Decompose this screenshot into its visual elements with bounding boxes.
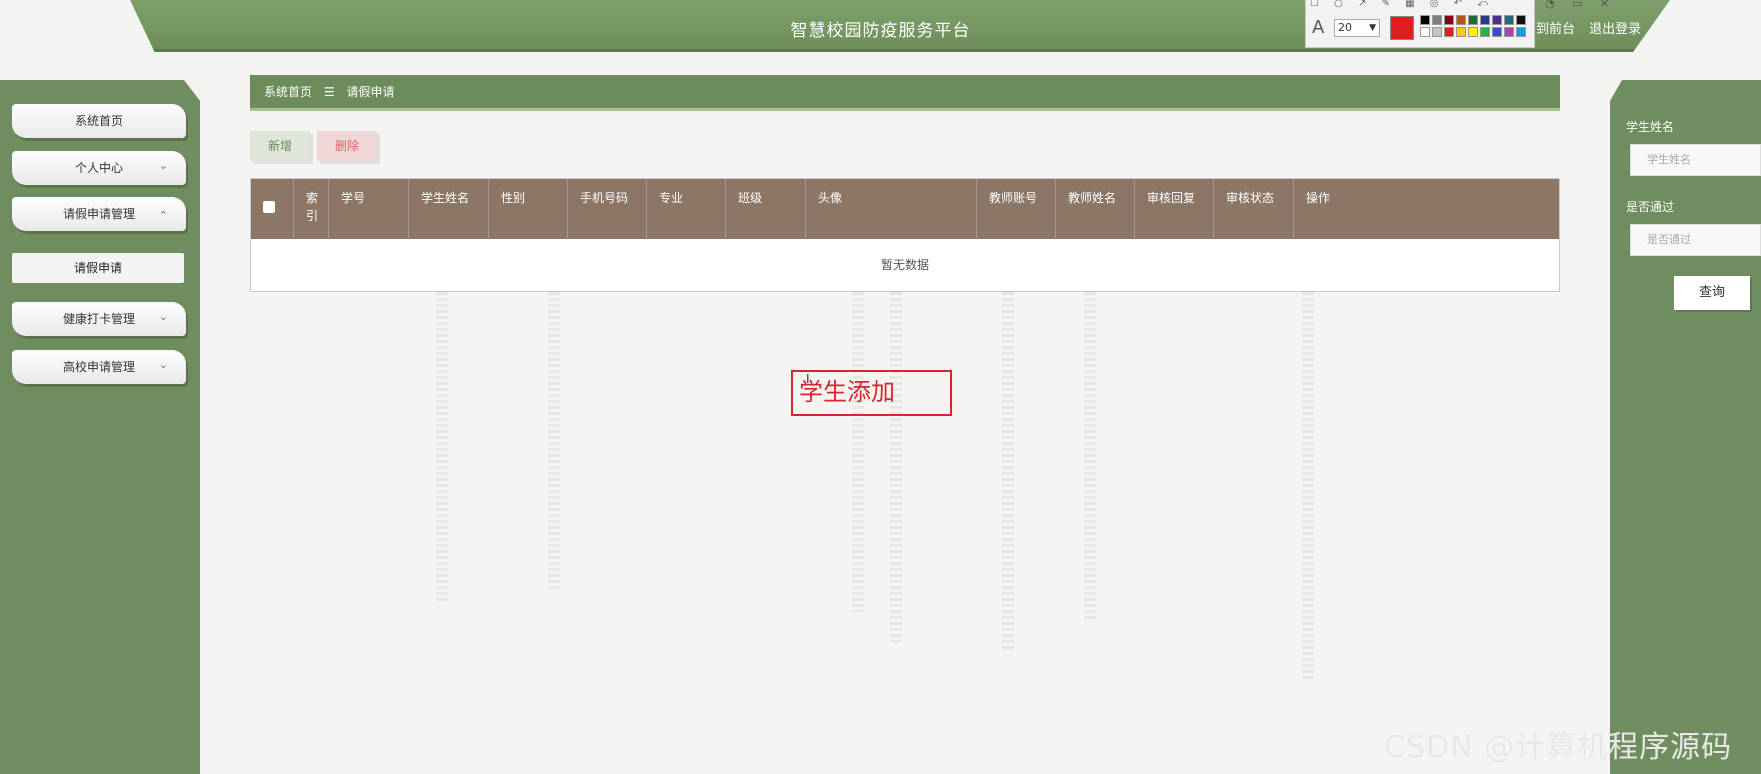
sidebar-item-home[interactable]: 系统首页 [12, 104, 186, 138]
sidebar-item-label: 个人中心 [74, 161, 123, 175]
sidebar-item-label: 系统首页 [74, 114, 123, 128]
approved-select[interactable]: 是否通过 [1630, 224, 1761, 256]
chevron-down-icon: ⌄ [158, 358, 168, 371]
add-button[interactable]: 新增 [250, 131, 310, 161]
window-control-icons[interactable]: ◔ ▭ ✕ [1545, 0, 1616, 10]
background-streak [890, 262, 902, 642]
background-streak [1302, 262, 1314, 682]
select-all-cell [251, 179, 294, 239]
sidebar-item-leave-management[interactable]: 请假申请管理 ⌃ [12, 197, 186, 231]
column-header: 学号 [329, 179, 409, 239]
color-swatch[interactable] [1516, 15, 1526, 25]
sidebar-item-personal-center[interactable]: 个人中心 ⌄ [12, 151, 186, 185]
sidebar-item-label: 健康打卡管理 [62, 312, 135, 326]
color-swatch[interactable] [1480, 27, 1490, 37]
font-size-icon: A [1312, 17, 1325, 38]
color-swatch[interactable] [1420, 15, 1430, 25]
annotation-tool-icons[interactable]: ☐ ○ ↗ ✎ ▦ ◎ ↶ ⤺ [1310, 0, 1494, 9]
header-links: 到前台 退出登录 [1536, 18, 1651, 37]
color-swatch[interactable] [1432, 27, 1442, 37]
chevron-down-icon: ⌄ [158, 159, 168, 172]
background-streak [436, 262, 448, 602]
chevron-down-icon: ⌄ [158, 310, 168, 323]
column-header: 教师账号 [977, 179, 1056, 239]
background-streak [1002, 262, 1014, 652]
sidebar-item-label: 请假申请 [73, 261, 122, 275]
search-panel [1610, 80, 1761, 774]
student-name-input[interactable]: 学生姓名 [1630, 144, 1761, 176]
student-name-label: 学生姓名 [1626, 120, 1675, 134]
annotation-text-box[interactable]: 学生添加 [791, 370, 952, 416]
logout-link[interactable]: 退出登录 [1589, 22, 1641, 37]
color-swatch[interactable] [1432, 15, 1442, 25]
color-swatch[interactable] [1504, 15, 1514, 25]
empty-state: 暂无数据 [251, 239, 1559, 291]
breadcrumb: 系统首页 ☰ 请假申请 [250, 75, 1560, 111]
color-swatch[interactable] [1456, 27, 1466, 37]
table-header: 索引 学号 学生姓名 性别 手机号码 专业 班级 头像 教师账号 教师姓名 审核… [251, 179, 1559, 239]
background-streak [548, 262, 560, 592]
column-header: 审核回复 [1135, 179, 1214, 239]
current-color-swatch[interactable] [1390, 16, 1414, 40]
front-page-link[interactable]: 到前台 [1536, 22, 1575, 37]
font-size-select[interactable]: 20 ▼ [1334, 19, 1380, 37]
watermark: CSDN @计算机程序源码 [1384, 730, 1733, 765]
breadcrumb-home[interactable]: 系统首页 [264, 85, 312, 99]
column-header: 班级 [726, 179, 806, 239]
annotation-toolbar: ☐ ○ ↗ ✎ ▦ ◎ ↶ ⤺ A 20 ▼ [1305, 0, 1535, 48]
column-header: 手机号码 [568, 179, 647, 239]
sidebar-subitem-leave-request[interactable]: 请假申请 [12, 253, 184, 283]
select-all-checkbox[interactable] [263, 201, 275, 213]
approved-label: 是否通过 [1626, 200, 1675, 214]
chevron-down-icon: ▼ [1369, 23, 1376, 33]
delete-button[interactable]: 删除 [317, 131, 377, 161]
chevron-up-icon: ⌃ [158, 209, 168, 222]
query-button[interactable]: 查询 [1674, 276, 1750, 310]
color-swatch[interactable] [1468, 27, 1478, 37]
color-swatch[interactable] [1456, 15, 1466, 25]
color-swatch[interactable] [1516, 27, 1526, 37]
leave-request-table: 索引 学号 学生姓名 性别 手机号码 专业 班级 头像 教师账号 教师姓名 审核… [250, 178, 1560, 292]
sidebar-item-university-application[interactable]: 高校申请管理 ⌄ [12, 350, 186, 384]
color-swatch[interactable] [1444, 15, 1454, 25]
color-swatch[interactable] [1480, 15, 1490, 25]
column-header: 教师姓名 [1056, 179, 1135, 239]
text-cursor-icon: I [806, 372, 810, 386]
color-swatch[interactable] [1444, 27, 1454, 37]
column-header: 性别 [489, 179, 568, 239]
column-header: 学生姓名 [409, 179, 489, 239]
color-swatch[interactable] [1492, 27, 1502, 37]
column-header: 操作 [1306, 191, 1331, 205]
column-header: 头像 [806, 179, 977, 239]
background-streak [852, 262, 864, 612]
breadcrumb-current: 请假申请 [346, 85, 395, 99]
color-swatch[interactable] [1504, 27, 1514, 37]
column-header: 专业 [647, 179, 726, 239]
column-header: 审核状态 [1214, 179, 1294, 239]
color-palette [1420, 15, 1532, 37]
sidebar-item-label: 高校申请管理 [62, 360, 135, 374]
color-swatch[interactable] [1468, 15, 1478, 25]
sidebar-item-health-checkin[interactable]: 健康打卡管理 ⌄ [12, 302, 186, 336]
color-swatch[interactable] [1420, 27, 1430, 37]
background-streak [1084, 262, 1096, 622]
column-header: 索引 [294, 179, 329, 239]
color-swatch[interactable] [1492, 15, 1502, 25]
sidebar-item-label: 请假申请管理 [62, 207, 135, 221]
breadcrumb-separator-icon: ☰ [323, 85, 335, 99]
